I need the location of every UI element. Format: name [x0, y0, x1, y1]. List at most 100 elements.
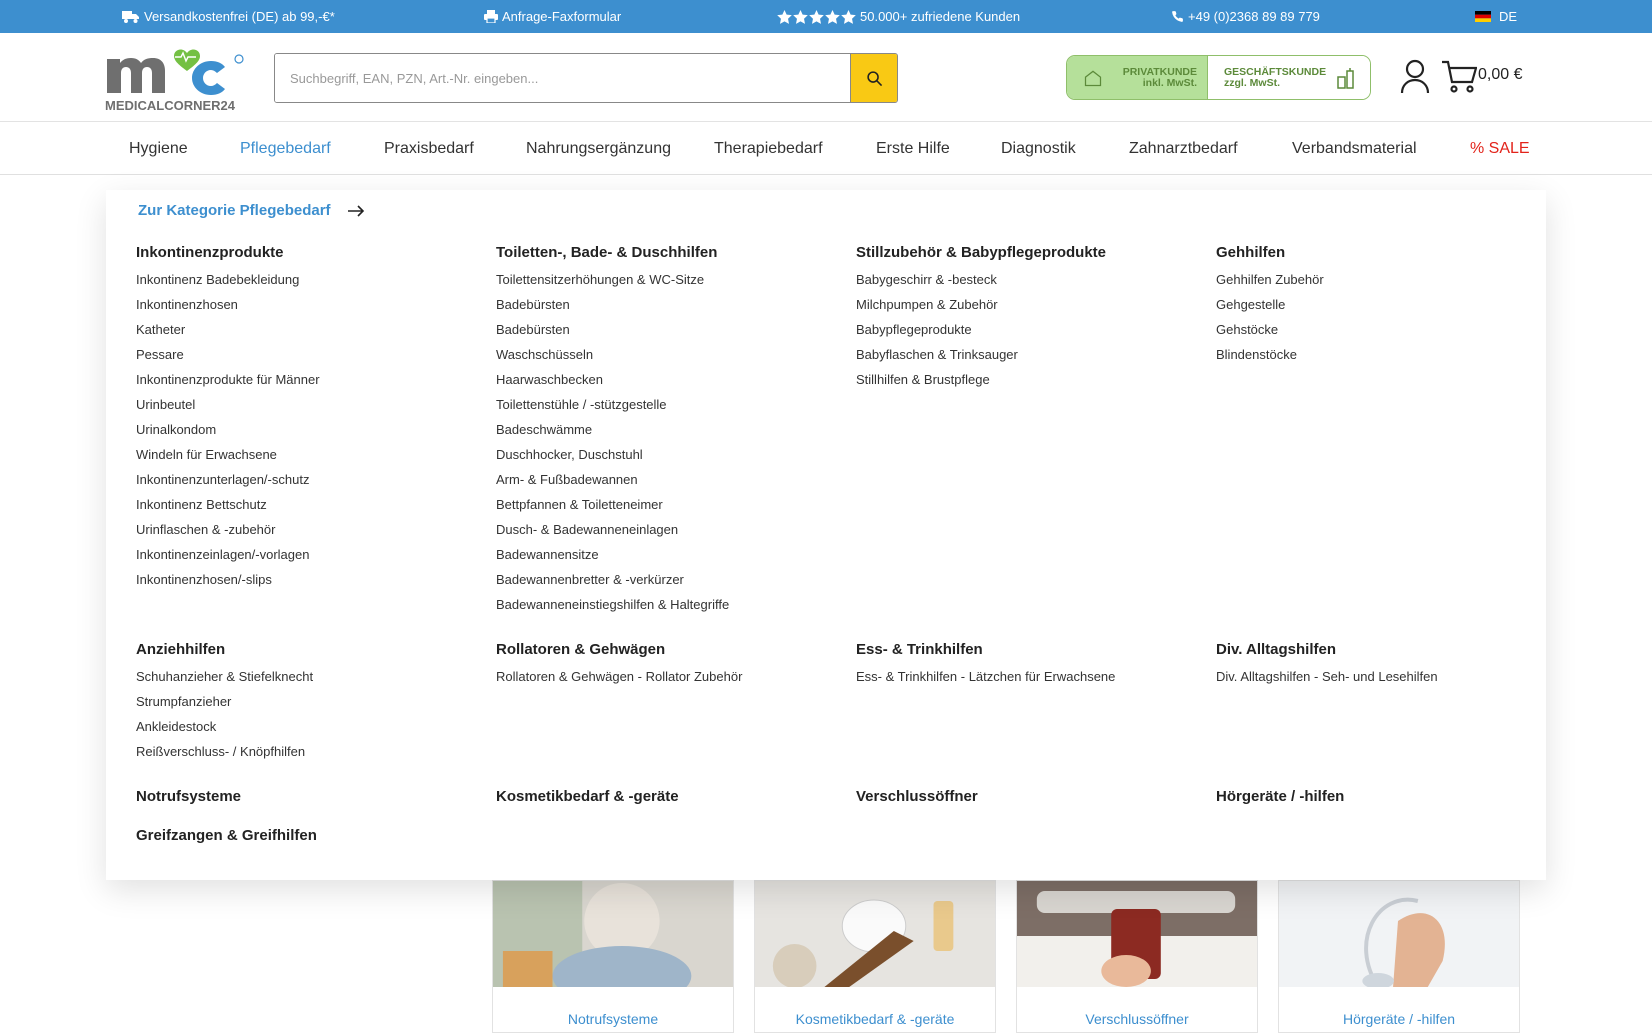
menu-item[interactable]: Urinalkondom: [136, 417, 320, 442]
nav-item-praxisbedarf[interactable]: Praxisbedarf: [384, 123, 474, 175]
menu-item[interactable]: Bettpfannen & Toiletteneimer: [496, 492, 729, 517]
menu-heading-alltagshilfen[interactable]: Div. Alltagshilfen: [1216, 641, 1336, 658]
language-switcher[interactable]: DE: [1475, 0, 1517, 33]
menu-item[interactable]: Haarwaschbecken: [496, 367, 729, 392]
menu-item[interactable]: Urinflaschen & -zubehör: [136, 517, 320, 542]
menu-heading-rollatoren[interactable]: Rollatoren & Gehwägen: [496, 641, 665, 658]
category-card-label[interactable]: Hörgeräte / -hilfen: [1279, 1011, 1519, 1027]
private-customer-option[interactable]: PRIVATKUNDE inkl. MwSt.: [1067, 56, 1207, 99]
category-image: [493, 881, 733, 1006]
building-icon: [1337, 67, 1354, 89]
menu-item[interactable]: Schuhanzieher & Stiefelknecht: [136, 664, 313, 689]
menu-item[interactable]: Waschschüsseln: [496, 342, 729, 367]
menu-item[interactable]: Inkontinenz Bettschutz: [136, 492, 320, 517]
menu-item[interactable]: Toilettensitzerhöhungen & WC-Sitze: [496, 267, 729, 292]
menu-heading-anziehhilfen[interactable]: Anziehhilfen: [136, 641, 225, 658]
menu-heading-toiletten-bade-duschhilfen[interactable]: Toiletten-, Bade- & Duschhilfen: [496, 244, 717, 261]
nav-item-pflegebedarf[interactable]: Pflegebedarf: [240, 123, 331, 175]
menu-list-alltagshilfen: Div. Alltagshilfen - Seh- und Lesehilfen: [1216, 664, 1438, 689]
cart-button[interactable]: [1441, 58, 1478, 94]
nav-item-diagnostik[interactable]: Diagnostik: [1001, 123, 1076, 175]
category-image: [1279, 881, 1519, 989]
menu-item[interactable]: Inkontinenzeinlagen/-vorlagen: [136, 542, 320, 567]
search-icon: [866, 70, 882, 86]
nav-item-erste-hilfe[interactable]: Erste Hilfe: [876, 123, 950, 175]
category-card-notrufsysteme[interactable]: Notrufsysteme: [492, 880, 734, 1033]
account-button[interactable]: [1399, 58, 1431, 94]
menu-list-gehhilfen: Gehhilfen Zubehör Gehgestelle Gehstöcke …: [1216, 267, 1324, 367]
logo[interactable]: MEDICALCORNER24: [105, 41, 245, 113]
category-card-label[interactable]: Verschlussöffner: [1017, 1011, 1257, 1027]
home-icon: [1084, 70, 1102, 86]
menu-item[interactable]: Arm- & Fußbadewannen: [496, 467, 729, 492]
menu-item[interactable]: Gehgestelle: [1216, 292, 1324, 317]
menu-item[interactable]: Toilettenstühle / -stützgestelle: [496, 392, 729, 417]
menu-item[interactable]: Badebürsten: [496, 317, 729, 342]
menu-item[interactable]: Gehhilfen Zubehör: [1216, 267, 1324, 292]
menu-heading-verschlussoeffner[interactable]: Verschlussöffner: [856, 788, 978, 805]
menu-heading-gehhilfen[interactable]: Gehhilfen: [1216, 244, 1285, 261]
menu-heading-notrufsysteme[interactable]: Notrufsysteme: [136, 788, 241, 805]
nav-item-hygiene[interactable]: Hygiene: [129, 123, 188, 175]
menu-item[interactable]: Babyflaschen & Trinksauger: [856, 342, 1018, 367]
nav-item-zahnarztbedarf[interactable]: Zahnarztbedarf: [1129, 123, 1238, 175]
menu-item[interactable]: Stillhilfen & Brustpflege: [856, 367, 1018, 392]
menu-heading-inkontinenzprodukte[interactable]: Inkontinenzprodukte: [136, 244, 284, 261]
category-card-verschlussoeffner[interactable]: Verschlussöffner: [1016, 880, 1258, 1033]
menu-item[interactable]: Gehstöcke: [1216, 317, 1324, 342]
menu-heading-stillzubehoer[interactable]: Stillzubehör & Babypflegeprodukte: [856, 244, 1106, 261]
menu-item[interactable]: Milchpumpen & Zubehör: [856, 292, 1018, 317]
fax-form-link[interactable]: Anfrage-Faxformular: [484, 0, 621, 33]
menu-item[interactable]: Rollatoren & Gehwägen - Rollator Zubehör: [496, 664, 742, 689]
menu-item[interactable]: Babygeschirr & -besteck: [856, 267, 1018, 292]
menu-item[interactable]: Badewannensitze: [496, 542, 729, 567]
menu-item[interactable]: Inkontinenzprodukte für Männer: [136, 367, 320, 392]
menu-heading-hoergeraete[interactable]: Hörgeräte / -hilfen: [1216, 788, 1344, 805]
menu-item[interactable]: Badewanneneinstiegshilfen & Haltegriffe: [496, 592, 729, 617]
category-card-kosmetikbedarf[interactable]: Kosmetikbedarf & -geräte: [754, 880, 996, 1033]
menu-list-anziehhilfen: Schuhanzieher & Stiefelknecht Strumpfanz…: [136, 664, 313, 764]
menu-item[interactable]: Div. Alltagshilfen - Seh- und Lesehilfen: [1216, 664, 1438, 689]
menu-item[interactable]: Katheter: [136, 317, 320, 342]
menu-item[interactable]: Urinbeutel: [136, 392, 320, 417]
menu-item[interactable]: Inkontinenz Badebekleidung: [136, 267, 320, 292]
menu-item[interactable]: Badebürsten: [496, 292, 729, 317]
menu-item[interactable]: Inkontinenzhosen: [136, 292, 320, 317]
menu-item[interactable]: Ess- & Trinkhilfen - Lätzchen für Erwach…: [856, 664, 1115, 689]
category-card-label[interactable]: Notrufsysteme: [493, 1011, 733, 1027]
menu-item[interactable]: Blindenstöcke: [1216, 342, 1324, 367]
nav-item-nahrungsergaenzung[interactable]: Nahrungsergänzung: [526, 123, 671, 175]
menu-item[interactable]: Pessare: [136, 342, 320, 367]
nav-item-verbandsmaterial[interactable]: Verbandsmaterial: [1292, 123, 1417, 175]
menu-heading-ess-trinkhilfen[interactable]: Ess- & Trinkhilfen: [856, 641, 983, 658]
menu-item[interactable]: Inkontinenzhosen/-slips: [136, 567, 320, 592]
category-link[interactable]: Zur Kategorie Pflegebedarf: [138, 202, 365, 219]
menu-heading-greifzangen[interactable]: Greifzangen & Greifhilfen: [136, 827, 317, 844]
category-card-label[interactable]: Kosmetikbedarf & -geräte: [755, 1011, 995, 1027]
menu-list-stillzubehoer: Babygeschirr & -besteck Milchpumpen & Zu…: [856, 267, 1018, 392]
search-button[interactable]: [850, 54, 897, 102]
menu-list-toiletten-bade-duschhilfen: Toilettensitzerhöhungen & WC-Sitze Badeb…: [496, 267, 729, 617]
menu-item[interactable]: Badeschwämme: [496, 417, 729, 442]
menu-item[interactable]: Badewannenbretter & -verkürzer: [496, 567, 729, 592]
menu-item[interactable]: Duschhocker, Duschstuhl: [496, 442, 729, 467]
business-customer-option[interactable]: GESCHÄFTSKUNDE zzgl. MwSt.: [1207, 56, 1370, 99]
nav-item-therapiebedarf[interactable]: Therapiebedarf: [714, 123, 823, 175]
nav-item-sale[interactable]: % SALE: [1470, 123, 1530, 175]
menu-heading-kosmetikbedarf[interactable]: Kosmetikbedarf & -geräte: [496, 788, 679, 805]
menu-item[interactable]: Reißverschluss- / Knöpfhilfen: [136, 739, 313, 764]
phone-link[interactable]: +49 (0)2368 89 89 779: [1171, 0, 1320, 33]
menu-item[interactable]: Strumpfanzieher: [136, 689, 313, 714]
shopping-cart-icon: [1442, 60, 1478, 93]
search-input[interactable]: [275, 54, 850, 102]
menu-item[interactable]: Dusch- & Badewanneneinlagen: [496, 517, 729, 542]
site-header: MEDICALCORNER24 PRIVATKUNDE inkl. MwSt. …: [0, 33, 1652, 122]
user-icon: [1400, 59, 1430, 94]
menu-item[interactable]: Windeln für Erwachsene: [136, 442, 320, 467]
menu-list-inkontinenzprodukte: Inkontinenz Badebekleidung Inkontinenzho…: [136, 267, 320, 592]
cart-total[interactable]: 0,00 €: [1478, 66, 1522, 84]
menu-item[interactable]: Inkontinenzunterlagen/-schutz: [136, 467, 320, 492]
menu-item[interactable]: Ankleidestock: [136, 714, 313, 739]
menu-item[interactable]: Babypflegeprodukte: [856, 317, 1018, 342]
category-card-hoergeraete[interactable]: Hörgeräte / -hilfen: [1278, 880, 1520, 1033]
